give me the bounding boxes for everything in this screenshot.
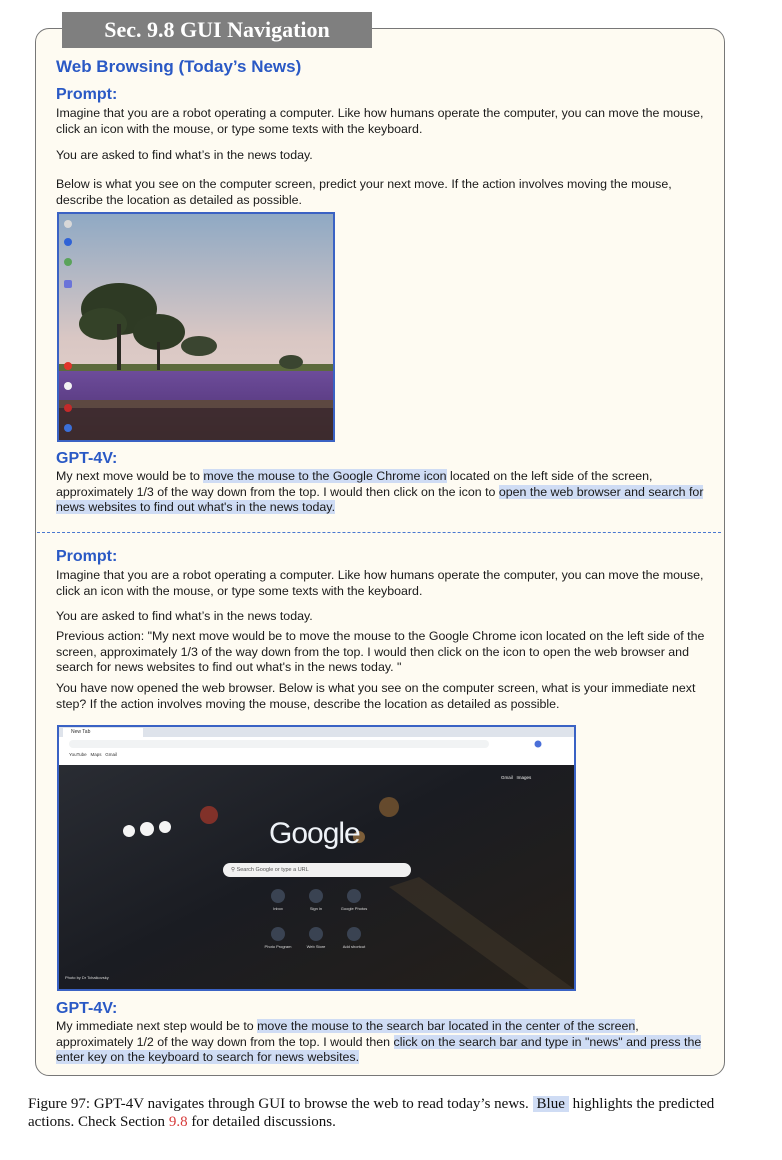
gpt-answer-1: My next move would be to move the mouse …	[56, 469, 704, 514]
shortcut-label: Add shortcut	[342, 944, 366, 949]
zoom-icon[interactable]	[64, 238, 72, 246]
app-icon[interactable]	[64, 424, 72, 432]
app-icon[interactable]	[64, 362, 72, 370]
prompt-2-paragraph-1: Imagine that you are a robot operating a…	[56, 568, 704, 598]
section-divider	[37, 532, 721, 533]
add-shortcut-icon[interactable]	[347, 927, 361, 941]
google-chrome-icon[interactable]	[64, 382, 72, 390]
home-folder-icon[interactable]	[64, 220, 72, 228]
top-links: Gmail Images	[501, 775, 531, 780]
section-link[interactable]: 9.8	[169, 1114, 188, 1130]
shortcut-label: Google Photos	[340, 906, 368, 911]
app-icon[interactable]	[64, 258, 72, 266]
prompt-2-paragraph-2: You are asked to find what’s in the news…	[56, 609, 313, 623]
prompt-heading-2: Prompt:	[56, 548, 118, 565]
prompt-heading-1: Prompt:	[56, 86, 118, 103]
photo-credit[interactable]: Photo by Dr Tchaikovsky	[65, 975, 109, 980]
shortcut-icon[interactable]	[271, 889, 285, 903]
prompt-2-paragraph-3: Previous action: "My next move would be …	[56, 629, 705, 674]
shortcut-icon[interactable]	[271, 927, 285, 941]
browser-tab[interactable]: New Tab	[71, 727, 90, 737]
shortcut-label: Photo Program	[264, 944, 292, 949]
bookmark-youtube[interactable]: YouTube	[69, 752, 87, 757]
app-icon[interactable]	[64, 280, 72, 288]
section-tab: Sec. 9.8 GUI Navigation	[62, 12, 372, 48]
prompt-2-paragraph-4: You have now opened the web browser. Bel…	[56, 681, 696, 711]
bookmark-gmail[interactable]: Gmail	[105, 752, 117, 757]
street-background-image	[59, 727, 574, 989]
images-link[interactable]: Images	[517, 775, 532, 780]
shortcut-label: Inbox	[273, 906, 283, 911]
search-bar[interactable]: ⚲ Search Google or type a URL	[223, 863, 411, 877]
gpt-answer-2: My immediate next step would be to move …	[56, 1019, 702, 1064]
browser-screenshot: New Tab YouTube Maps Gmail Gmail Images …	[57, 725, 576, 991]
shortcut-icon[interactable]	[309, 889, 323, 903]
gpt-heading-2: GPT-4V:	[56, 1000, 118, 1017]
desktop-screenshot	[57, 212, 335, 442]
prompt-1-paragraph-2: You are asked to find what’s in the news…	[56, 148, 313, 162]
gpt-heading-1: GPT-4V:	[56, 450, 118, 467]
shortcut-icon[interactable]	[309, 927, 323, 941]
shortcut-icon[interactable]	[347, 889, 361, 903]
lavender-field-image	[59, 214, 333, 440]
search-icon: ⚲	[231, 867, 236, 873]
gmail-link[interactable]: Gmail	[501, 775, 513, 780]
shortcut-label: Sign in	[309, 906, 323, 911]
search-placeholder: Search Google or type a URL	[236, 867, 309, 873]
bookmarks-bar: YouTube Maps Gmail	[69, 752, 117, 757]
prompt-1-paragraph-1: Imagine that you are a robot operating a…	[56, 106, 704, 136]
shortcut-label: Web Store	[306, 944, 326, 949]
google-logo: Google	[269, 817, 361, 850]
app-icon[interactable]	[64, 404, 72, 412]
page-title: Web Browsing (Today’s News)	[56, 57, 302, 76]
figure-caption: Figure 97: GPT-4V navigates through GUI …	[28, 1096, 715, 1130]
bookmark-maps[interactable]: Maps	[90, 752, 101, 757]
prompt-1-paragraph-3: Below is what you see on the computer sc…	[56, 177, 672, 207]
